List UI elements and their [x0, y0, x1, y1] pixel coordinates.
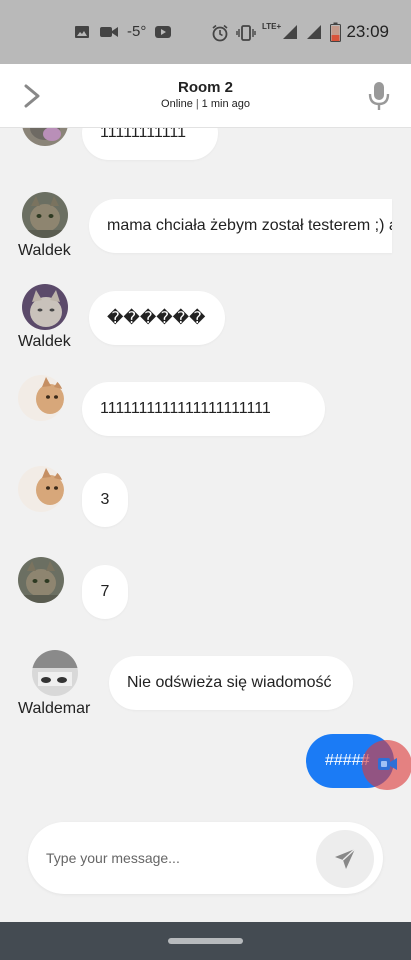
message-bubble[interactable]: mama chciała żebym został testerem ;) a	[89, 199, 392, 253]
message-composer	[28, 822, 383, 894]
network-type-text: LTE+	[262, 22, 282, 31]
cat-avatar-image	[18, 557, 64, 603]
avatar[interactable]	[18, 375, 64, 421]
message-text: 3	[100, 491, 110, 508]
sender-name: Waldemar	[18, 700, 91, 717]
sender-name: Waldek	[18, 333, 71, 350]
video-call-overlay-button[interactable]	[362, 740, 411, 790]
message-bubble[interactable]: 7	[82, 565, 128, 619]
video-camera-icon	[378, 758, 397, 770]
message-item: 7	[0, 557, 411, 619]
message-item: Waldek mama chciała żebym został testere…	[0, 190, 411, 262]
alarm-icon	[212, 24, 228, 42]
system-navigation-bar	[0, 922, 411, 960]
message-text: ������	[107, 310, 206, 327]
status-separator: |	[195, 98, 199, 110]
video-camera-icon	[100, 27, 118, 37]
message-text: 7	[100, 583, 110, 600]
message-item: 3	[0, 466, 411, 528]
message-text: mama chciała żebym został testerem ;) a	[107, 217, 392, 234]
message-bubble[interactable]: 3	[82, 473, 128, 527]
room-title: Room 2	[177, 79, 233, 96]
signal-secondary-icon	[307, 25, 321, 39]
avatar[interactable]	[32, 650, 78, 696]
send-icon	[335, 848, 356, 869]
message-input[interactable]	[46, 844, 306, 872]
cat-avatar-image	[22, 192, 68, 238]
gallery-icon	[75, 26, 89, 38]
avatar[interactable]	[22, 192, 68, 238]
online-status: Online	[161, 98, 193, 110]
send-button[interactable]	[316, 830, 374, 888]
message-item: Waldemar Nie odświeża się wiadomość	[0, 649, 411, 721]
battery-low-icon	[330, 22, 341, 42]
microphone-icon	[368, 82, 390, 110]
message-bubble[interactable]: 1111111111111111111111	[82, 382, 325, 436]
message-item: Waldek ������	[0, 283, 411, 355]
clock-text: 23:09	[346, 22, 389, 41]
avatar[interactable]	[22, 284, 68, 330]
status-bar: -5° LTE+ 23:09	[0, 0, 411, 64]
avatar[interactable]	[18, 466, 64, 512]
cat-avatar-image	[18, 375, 64, 421]
avatar[interactable]	[18, 557, 64, 603]
message-text: Nie odświeża się wiadomość	[127, 674, 332, 691]
microphone-button[interactable]	[367, 80, 391, 112]
message-text: 11111111111	[100, 128, 187, 141]
signal-icon	[283, 25, 297, 39]
message-text: 1111111111111111111111	[100, 400, 271, 417]
last-seen: 1 min ago	[201, 98, 250, 110]
chat-header: Room 2 Online | 1 min ago	[0, 64, 411, 128]
message-list[interactable]: 11111111111 Waldek mama chciała żebym zo…	[0, 128, 411, 818]
youtube-icon	[155, 26, 171, 38]
message-bubble[interactable]: 11111111111	[82, 128, 218, 160]
avatar[interactable]	[22, 128, 68, 146]
message-bubble[interactable]: Nie odświeża się wiadomość	[109, 656, 353, 710]
message-bubble[interactable]: ������	[89, 291, 225, 345]
cat-avatar-image	[22, 128, 68, 146]
message-item: 11111111111	[0, 128, 411, 190]
vibrate-icon	[236, 25, 256, 41]
sender-name: Waldek	[18, 242, 71, 259]
cat-avatar-image	[18, 466, 64, 512]
home-gesture-handle[interactable]	[168, 938, 243, 944]
photo-avatar-image	[32, 650, 78, 696]
message-item: 1111111111111111111111	[0, 375, 411, 437]
temperature-text: -5°	[127, 23, 147, 40]
cat-avatar-image	[22, 284, 68, 330]
room-status: Online | 1 min ago	[0, 98, 411, 110]
